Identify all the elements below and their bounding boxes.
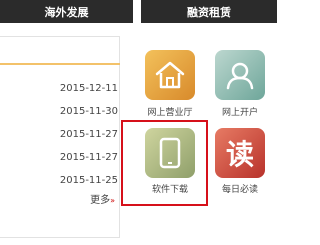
news-date: 2015-11-27 <box>59 152 118 163</box>
tab-overseas-development[interactable]: 海外发展 <box>0 0 133 23</box>
read-icon: 读 <box>225 138 254 171</box>
selection-highlight-box <box>121 120 208 206</box>
banner-gap <box>133 0 141 23</box>
news-date: 2015-11-30 <box>59 106 118 117</box>
news-date: 2015-11-27 <box>59 129 118 140</box>
news-panel: 2015-12-11 2015-11-30 2015-11-27 2015-11… <box>0 36 120 238</box>
tile-label[interactable]: 网上营业厅 <box>135 105 205 118</box>
daily-reading-tile[interactable]: 读 <box>215 128 265 178</box>
accent-divider <box>0 63 120 65</box>
more-arrow-icon: » <box>110 196 115 205</box>
news-date: 2015-11-25 <box>59 175 118 186</box>
user-icon <box>215 50 265 100</box>
online-account-opening-tile[interactable] <box>215 50 265 100</box>
house-icon <box>145 50 195 100</box>
news-date: 2015-12-11 <box>59 83 118 94</box>
more-link[interactable]: 更多» <box>90 191 115 206</box>
more-label: 更多 <box>90 195 111 206</box>
tile-label[interactable]: 网上开户 <box>205 105 275 118</box>
online-business-hall-tile[interactable] <box>145 50 195 100</box>
tile-label[interactable]: 每日必读 <box>205 182 275 195</box>
tab-finance-leasing[interactable]: 融资租赁 <box>141 0 277 23</box>
news-date-list: 2015-12-11 2015-11-30 2015-11-27 2015-11… <box>0 77 120 192</box>
